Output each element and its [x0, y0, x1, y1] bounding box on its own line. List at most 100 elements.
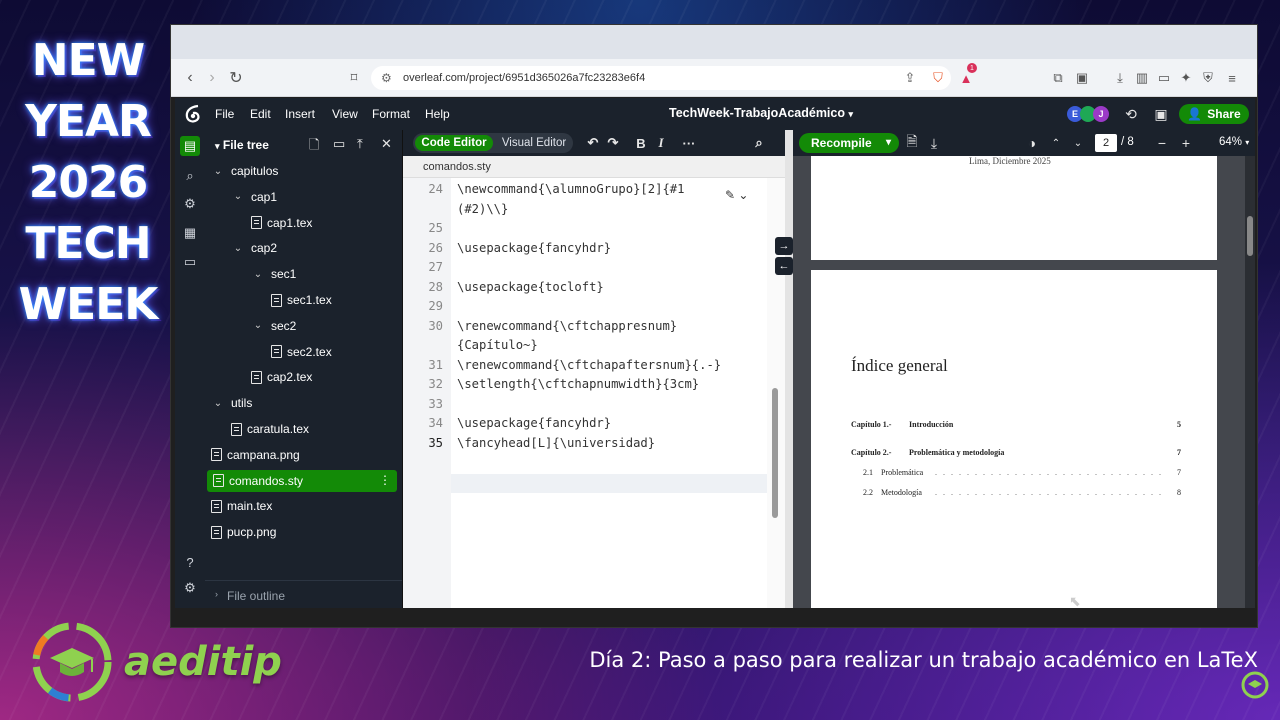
file-tree-file[interactable]: cap1.tex	[205, 212, 399, 234]
file-tree-file[interactable]: comandos.sty ⋮	[207, 469, 397, 492]
page-number-input[interactable]: 2	[1095, 134, 1117, 152]
undo-icon[interactable]: ↶	[585, 134, 601, 152]
project-title[interactable]: TechWeek-TrabajoAcadémico ▾	[669, 106, 853, 120]
layout-icon[interactable]: ▣	[1152, 105, 1170, 123]
close-icon[interactable]: ✕	[381, 136, 392, 152]
menu-format[interactable]: Format	[372, 107, 410, 121]
file-tree-folder[interactable]: ⌄ sec2	[205, 315, 399, 337]
share-page-icon[interactable]: ⇪	[901, 69, 919, 87]
bold-icon[interactable]: B	[633, 134, 649, 152]
screenshot-icon[interactable]: ▣	[1073, 69, 1091, 87]
code-line[interactable]: \fancyhead[L]{\universidad}	[457, 436, 773, 450]
zoom-out-icon[interactable]: −	[1153, 134, 1171, 152]
file-tree-icon[interactable]: ▤	[180, 136, 200, 156]
recompile-button[interactable]: Recompile ▾	[799, 133, 899, 153]
chevron-down-icon[interactable]: ⌄	[211, 398, 225, 409]
review-icon[interactable]: ▦	[180, 223, 200, 243]
overleaf-logo-icon[interactable]	[183, 104, 203, 124]
sidebar-icon[interactable]: ▥	[1133, 69, 1151, 87]
chevron-down-icon[interactable]: ⌄	[231, 243, 245, 254]
chevron-down-icon[interactable]: ⌄	[231, 191, 245, 202]
file-tree-file[interactable]: cap2.tex	[205, 366, 399, 388]
chevron-down-icon[interactable]: ⌄	[1069, 134, 1087, 152]
upload-icon[interactable]: ⤒	[357, 136, 363, 152]
code-editor-button[interactable]: Code Editor	[415, 135, 493, 151]
redo-icon[interactable]: ↷	[605, 134, 621, 152]
download-icon[interactable]: ⤓	[1111, 69, 1129, 87]
kebab-menu-icon[interactable]: ⋮	[379, 473, 391, 487]
site-settings-icon[interactable]: ⚙	[381, 71, 392, 85]
search-icon[interactable]: ⌕	[751, 134, 767, 152]
italic-icon[interactable]: I	[653, 134, 669, 152]
reload-icon[interactable]: ↻	[225, 67, 247, 89]
file-tree-file[interactable]: campana.png	[205, 444, 399, 466]
file-tree-folder[interactable]: ⌄ cap1	[205, 186, 399, 208]
expand-left-icon[interactable]: ←	[775, 257, 793, 275]
avatar[interactable]: J	[1093, 106, 1109, 122]
menu-insert[interactable]: Insert	[285, 107, 315, 121]
help-icon[interactable]: ?	[180, 552, 200, 572]
code-line[interactable]: \renewcommand{\cftchapaftersnum}{.-}	[457, 358, 773, 372]
chat-icon[interactable]: ▭	[180, 252, 200, 272]
file-outline-toggle[interactable]: › File outline	[205, 580, 402, 608]
code-line[interactable]: \setlength{\cftchapnumwidth}{3cm}	[457, 377, 773, 391]
file-tree-file[interactable]: pucp.png	[205, 521, 399, 543]
code-line[interactable]: \usepackage{fancyhdr}	[457, 416, 773, 430]
new-folder-icon[interactable]: ▭	[333, 136, 345, 152]
url-field[interactable]: ⚙ overleaf.com/project/6951d365026a7fc23…	[371, 66, 951, 90]
chevron-down-icon[interactable]: ⌄	[211, 166, 225, 177]
expand-right-icon[interactable]: →	[775, 237, 793, 255]
back-icon[interactable]: ‹	[179, 67, 201, 89]
logs-icon[interactable]: 🗎	[903, 133, 921, 152]
history-icon[interactable]: ⟲	[1122, 105, 1140, 123]
pdf-scrollbar[interactable]	[1245, 156, 1255, 608]
vpn-icon[interactable]: ⛨	[1199, 69, 1217, 87]
file-tree-folder[interactable]: ⌄ utils	[205, 392, 399, 414]
chevron-up-icon[interactable]: ⌃	[1047, 134, 1065, 152]
extensions-icon[interactable]: ⧉	[1049, 69, 1067, 87]
zoom-level[interactable]: 64% ▾	[1219, 136, 1249, 148]
editor-scrollbar-thumb[interactable]	[772, 388, 778, 518]
zoom-in-icon[interactable]: +	[1177, 134, 1195, 152]
integrations-icon[interactable]: ⚙	[180, 194, 200, 214]
new-file-icon[interactable]: 🗋	[309, 136, 319, 158]
settings-icon[interactable]: ⚙	[180, 578, 200, 598]
bookmark-icon[interactable]: ⌑	[343, 67, 365, 89]
forward-icon[interactable]: ›	[201, 67, 223, 89]
chevron-down-icon[interactable]: ⌄	[251, 320, 265, 331]
code-line[interactable]: \usepackage{tocloft}	[457, 280, 773, 294]
open-file-tab[interactable]: comandos.sty	[403, 156, 785, 178]
chevron-down-icon[interactable]: ▾	[886, 137, 891, 148]
visual-editor-button[interactable]: Visual Editor	[497, 135, 571, 151]
file-tree-file[interactable]: caratula.tex	[205, 418, 399, 440]
file-tree-file[interactable]: sec1.tex	[205, 289, 399, 311]
pane-divider[interactable]	[785, 130, 793, 608]
code-area[interactable]: \newcommand{\alumnoGrupo}[2]{#1 (#2)\\} \u…	[451, 178, 813, 608]
file-tree-file[interactable]: main.tex	[205, 495, 399, 517]
file-tree-folder[interactable]: ⌄ capitulos	[205, 160, 399, 182]
pdf-scrollbar-thumb[interactable]	[1247, 216, 1253, 256]
file-tree-folder[interactable]: ⌄ sec1	[205, 263, 399, 285]
brave-shield-icon[interactable]: ⛉	[929, 69, 947, 87]
menu-icon[interactable]: ≡	[1223, 69, 1241, 87]
menu-help[interactable]: Help	[425, 107, 450, 121]
code-line[interactable]: {Capítulo~}	[457, 338, 773, 352]
code-line[interactable]: (#2)\\}	[457, 202, 773, 216]
code-line[interactable]: \usepackage{fancyhdr}	[457, 241, 773, 255]
chevron-down-icon[interactable]: ⌄	[251, 269, 265, 280]
browser-tab-strip[interactable]	[171, 25, 1257, 59]
more-icon[interactable]: ···	[681, 134, 697, 152]
share-button[interactable]: 👤 Share	[1179, 104, 1249, 124]
pencil-icon[interactable]: ✎ ⌄	[725, 188, 748, 202]
download-pdf-icon[interactable]: ⤓	[925, 134, 943, 152]
code-line[interactable]: \renewcommand{\cftchappresnum}	[457, 319, 773, 333]
wallet-icon[interactable]: ▭	[1155, 69, 1173, 87]
menu-view[interactable]: View	[332, 107, 358, 121]
leo-ai-icon[interactable]: ✦	[1177, 69, 1195, 87]
file-tree-file[interactable]: sec2.tex	[205, 341, 399, 363]
menu-edit[interactable]: Edit	[250, 107, 271, 121]
file-tree-folder[interactable]: ⌄ cap2	[205, 237, 399, 259]
menu-file[interactable]: File	[215, 107, 234, 121]
search-icon[interactable]: ⌕	[180, 166, 200, 186]
dark-mode-icon[interactable]: ◑	[1023, 134, 1041, 152]
